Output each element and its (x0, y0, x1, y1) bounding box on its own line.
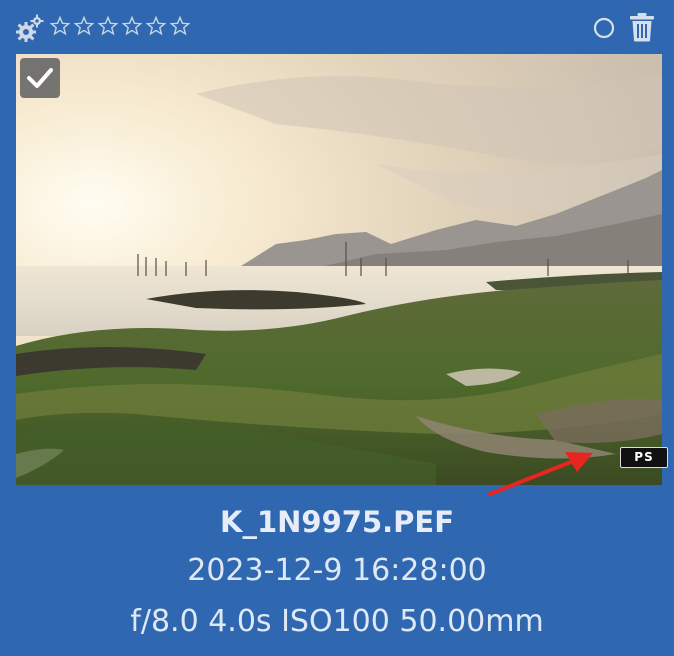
photo-card[interactable]: PS K_1N9975.PEF 2023-12-9 16:28:00 f/8.0… (0, 0, 674, 656)
circle-icon[interactable] (593, 17, 615, 39)
star-icon[interactable] (74, 16, 94, 36)
star-icon[interactable] (122, 16, 142, 36)
star-icon[interactable] (98, 16, 118, 36)
landscape-photo (16, 54, 662, 485)
trash-icon[interactable] (628, 12, 656, 42)
gear-icon[interactable] (15, 14, 45, 44)
annotation-arrow-icon (488, 452, 593, 496)
select-checkbox[interactable] (20, 58, 60, 98)
star-icon[interactable] (50, 16, 70, 36)
star-icon[interactable] (146, 16, 166, 36)
file-name: K_1N9975.PEF (219, 505, 455, 539)
card-toolbar (0, 0, 674, 54)
ps-badge: PS (620, 447, 668, 468)
checkmark-icon (27, 68, 53, 88)
capture-datetime: 2023-12-9 16:28:00 (187, 553, 487, 588)
photo-thumbnail[interactable] (16, 54, 662, 485)
star-rating[interactable] (50, 16, 190, 36)
star-icon[interactable] (170, 16, 190, 36)
exif-info: f/8.0 4.0s ISO100 50.00mm (130, 604, 544, 639)
